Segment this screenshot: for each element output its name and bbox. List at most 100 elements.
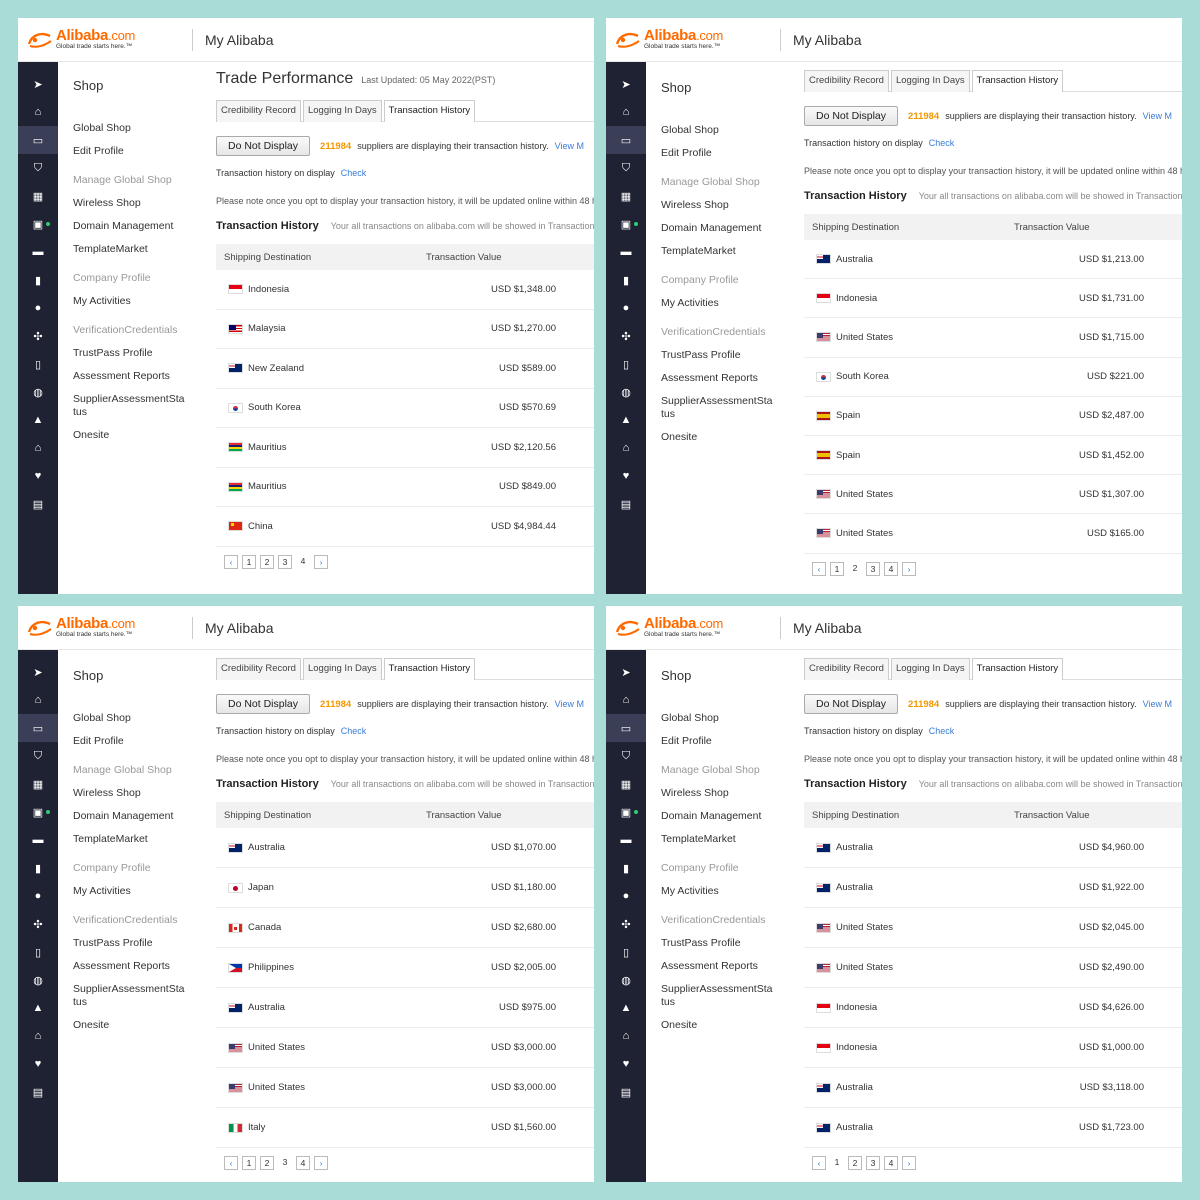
store-icon[interactable]: ▭ (18, 126, 58, 154)
sidebar-item-my-activities[interactable]: My Activities (73, 880, 208, 903)
sidebar-item-template-market[interactable]: TemplateMarket (661, 828, 796, 851)
grid-icon[interactable]: ▦ (18, 182, 58, 210)
page-2-button[interactable]: 2 (848, 561, 862, 576)
briefcase-icon[interactable]: ▤ (18, 490, 58, 518)
sidebar-item-my-activities[interactable]: My Activities (73, 290, 208, 313)
sidebar-item-domain-management[interactable]: Domain Management (661, 805, 796, 828)
shop-window-icon[interactable]: ▣ (606, 798, 646, 826)
page-1-button[interactable]: 1 (830, 1156, 844, 1170)
sidebar-item-template-market[interactable]: TemplateMarket (73, 828, 208, 851)
sidebar-item-edit-profile[interactable]: Edit Profile (73, 140, 208, 163)
tab-logging-in-days[interactable]: Logging In Days (302, 658, 382, 680)
view-more-link[interactable]: View M (1143, 699, 1172, 709)
alibaba-logo[interactable]: Alibaba.com Global trade starts here.™ (18, 616, 188, 639)
sidebar-item-wireless-shop[interactable]: Wireless Shop (73, 782, 208, 805)
globe-icon[interactable]: ◍ (18, 966, 58, 994)
page-4-button[interactable]: 4 (884, 561, 898, 576)
tab-logging-in-days[interactable]: Logging In Days (890, 658, 970, 680)
chart-icon[interactable]: ▮ (606, 266, 646, 294)
users-icon[interactable]: ● (18, 294, 58, 322)
bank-icon[interactable]: ⌂ (18, 434, 58, 462)
home-icon[interactable]: ⌂ (606, 98, 646, 126)
ship-icon[interactable]: ▲ (606, 406, 646, 434)
clipboard-icon[interactable]: ▯ (18, 938, 58, 966)
my-alibaba-link[interactable]: My Alibaba (793, 620, 861, 636)
prev-page-button[interactable]: ‹ (224, 1156, 238, 1170)
page-1-button[interactable]: 1 (242, 554, 256, 569)
tab-logging-in-days[interactable]: Logging In Days (302, 100, 382, 122)
do-not-display-button[interactable]: Do Not Display (216, 136, 311, 156)
tab-transaction-history[interactable]: Transaction History (383, 100, 476, 122)
grid-icon[interactable]: ▦ (18, 770, 58, 798)
sidebar-item-wireless-shop[interactable]: Wireless Shop (661, 782, 796, 805)
page-4-button[interactable]: 4 (296, 554, 310, 569)
sidebar-item-global-shop[interactable]: Global Shop (661, 119, 796, 142)
view-more-link[interactable]: View M (1143, 111, 1172, 121)
shop-window-icon[interactable]: ▣ (18, 210, 58, 238)
grid-icon[interactable]: ▦ (606, 770, 646, 798)
store-icon[interactable]: ▭ (606, 126, 646, 154)
sidebar-item-supplier-assessment[interactable]: SupplierAssessmentSta tus (661, 390, 773, 426)
heart-icon[interactable]: ♥ (18, 1050, 58, 1078)
sidebar-item-global-shop[interactable]: Global Shop (73, 707, 208, 730)
tab-credibility-record[interactable]: Credibility Record (804, 658, 889, 680)
sidebar-item-supplier-assessment[interactable]: SupplierAssessmentSta tus (661, 978, 773, 1014)
sidebar-item-domain-management[interactable]: Domain Management (73, 805, 208, 828)
share-icon[interactable]: ✣ (606, 322, 646, 350)
do-not-display-button[interactable]: Do Not Display (804, 694, 899, 714)
send-icon[interactable]: ➤ (18, 70, 58, 98)
sidebar-item-onesite[interactable]: Onesite (73, 1014, 208, 1037)
tab-logging-in-days[interactable]: Logging In Days (890, 70, 970, 92)
do-not-display-button[interactable]: Do Not Display (216, 694, 311, 714)
page-1-button[interactable]: 1 (830, 561, 844, 576)
check-link[interactable]: Check (341, 726, 367, 736)
home-icon[interactable]: ⌂ (606, 686, 646, 714)
page-4-button[interactable]: 4 (296, 1156, 310, 1170)
sidebar-item-onesite[interactable]: Onesite (73, 424, 208, 447)
clipboard-icon[interactable]: ▯ (606, 938, 646, 966)
page-2-button[interactable]: 2 (848, 1156, 862, 1170)
shield-icon[interactable]: ⛉ (606, 154, 646, 182)
store-icon[interactable]: ▭ (18, 714, 58, 742)
sidebar-item-trustpass[interactable]: TrustPass Profile (661, 344, 796, 367)
home-icon[interactable]: ⌂ (18, 686, 58, 714)
alibaba-logo[interactable]: Alibaba.com Global trade starts here.™ (18, 28, 188, 51)
bank-icon[interactable]: ⌂ (606, 434, 646, 462)
alibaba-logo[interactable]: Alibaba.com Global trade starts here.™ (606, 616, 776, 639)
sidebar-item-global-shop[interactable]: Global Shop (73, 117, 208, 140)
ship-icon[interactable]: ▲ (18, 994, 58, 1022)
chart-icon[interactable]: ▮ (18, 854, 58, 882)
sidebar-item-assessment-reports[interactable]: Assessment Reports (73, 955, 208, 978)
next-page-button[interactable]: › (314, 554, 328, 569)
tab-credibility-record[interactable]: Credibility Record (216, 100, 301, 122)
my-alibaba-link[interactable]: My Alibaba (205, 620, 273, 636)
sidebar-item-edit-profile[interactable]: Edit Profile (661, 142, 796, 165)
users-icon[interactable]: ● (606, 882, 646, 910)
tab-transaction-history[interactable]: Transaction History (383, 658, 476, 680)
sidebar-item-assessment-reports[interactable]: Assessment Reports (661, 955, 796, 978)
heart-icon[interactable]: ♥ (606, 1050, 646, 1078)
page-3-button[interactable]: 3 (278, 1156, 292, 1170)
page-1-button[interactable]: 1 (242, 1156, 256, 1170)
sidebar-item-supplier-assessment[interactable]: SupplierAssessmentSta tus (73, 978, 185, 1014)
page-2-button[interactable]: 2 (260, 1156, 274, 1170)
chart-icon[interactable]: ▮ (606, 854, 646, 882)
prev-page-button[interactable]: ‹ (812, 1156, 826, 1170)
prev-page-button[interactable]: ‹ (812, 561, 826, 576)
message-icon[interactable]: ▬ (606, 238, 646, 266)
users-icon[interactable]: ● (18, 882, 58, 910)
chart-icon[interactable]: ▮ (18, 266, 58, 294)
send-icon[interactable]: ➤ (18, 658, 58, 686)
sidebar-item-trustpass[interactable]: TrustPass Profile (661, 932, 796, 955)
check-link[interactable]: Check (929, 138, 955, 148)
prev-page-button[interactable]: ‹ (224, 554, 238, 569)
next-page-button[interactable]: › (314, 1156, 328, 1170)
next-page-button[interactable]: › (902, 1156, 916, 1170)
briefcase-icon[interactable]: ▤ (18, 1078, 58, 1106)
sidebar-item-trustpass[interactable]: TrustPass Profile (73, 932, 208, 955)
sidebar-item-wireless-shop[interactable]: Wireless Shop (661, 194, 796, 217)
send-icon[interactable]: ➤ (606, 658, 646, 686)
sidebar-item-global-shop[interactable]: Global Shop (661, 707, 796, 730)
clipboard-icon[interactable]: ▯ (606, 350, 646, 378)
shop-window-icon[interactable]: ▣ (18, 798, 58, 826)
